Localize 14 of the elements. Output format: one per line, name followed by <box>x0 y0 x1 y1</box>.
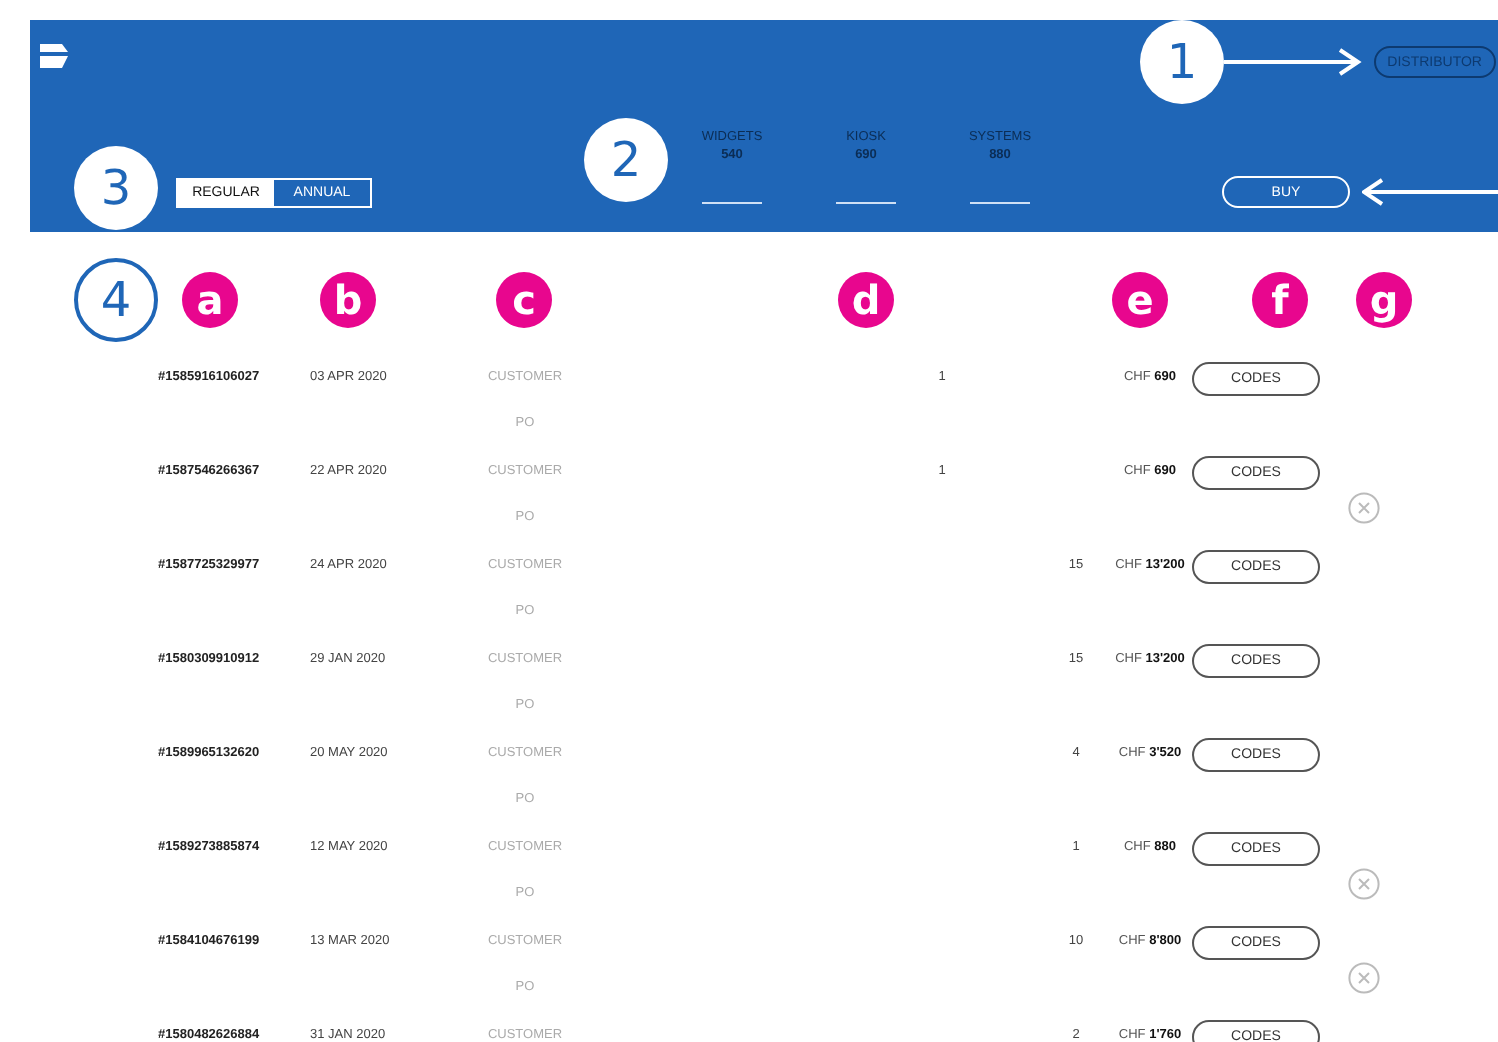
remove-icon[interactable] <box>1348 492 1380 524</box>
column-letter: b <box>320 272 376 328</box>
remove-icon[interactable] <box>1348 962 1380 994</box>
column-letter: a <box>182 272 238 328</box>
arrow-icon <box>1362 178 1498 206</box>
column-letter: c <box>496 272 552 328</box>
logo-icon <box>40 44 68 68</box>
arrow-icon <box>1224 48 1364 76</box>
step-number: 4 <box>74 258 158 342</box>
column-letter: f <box>1252 272 1308 328</box>
column-letter: d <box>838 272 894 328</box>
column-letter: e <box>1112 272 1168 328</box>
column-letter: g <box>1356 272 1412 328</box>
remove-icon[interactable] <box>1348 868 1380 900</box>
